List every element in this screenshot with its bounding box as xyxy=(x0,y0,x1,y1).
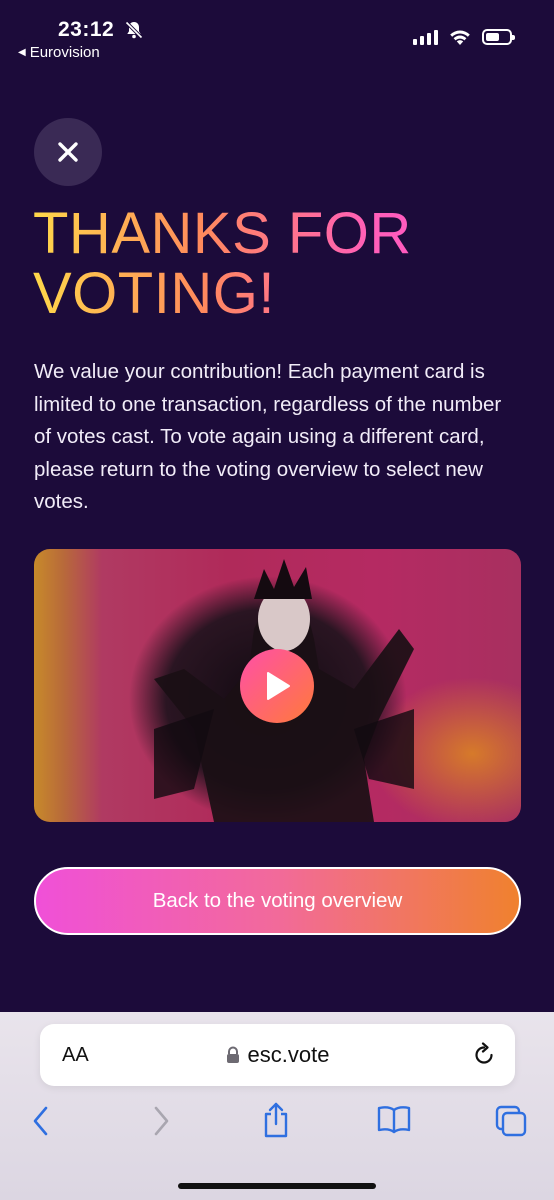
video-thumbnail[interactable] xyxy=(34,549,521,822)
play-icon xyxy=(267,672,290,700)
close-button[interactable] xyxy=(34,118,102,186)
cta-label: Back to the voting overview xyxy=(152,889,403,912)
url-text: esc.vote xyxy=(247,1042,330,1067)
wifi-icon xyxy=(450,30,470,45)
play-button[interactable] xyxy=(240,649,314,723)
lock-icon xyxy=(226,1046,239,1063)
status-time: 23:12 xyxy=(58,18,115,41)
share-icon[interactable] xyxy=(260,1100,292,1140)
back-triangle-icon: ◀ xyxy=(18,47,26,58)
home-indicator[interactable] xyxy=(178,1183,376,1189)
tabs-icon[interactable] xyxy=(494,1104,528,1138)
screen: 23:12 ◀ Eurovision THANKS FOR VOTING! We… xyxy=(0,0,554,1200)
chevron-left-icon[interactable] xyxy=(30,1104,52,1138)
browser-nav-row xyxy=(0,1102,554,1144)
close-icon xyxy=(58,142,78,162)
url-display[interactable]: esc.vote xyxy=(40,1042,515,1068)
book-icon[interactable] xyxy=(376,1104,412,1134)
browser-toolbar: AA esc.vote xyxy=(0,1012,554,1200)
body-text: We value your contribution! Each payment… xyxy=(34,360,502,513)
address-bar[interactable]: AA esc.vote xyxy=(40,1024,515,1086)
back-to-voting-overview-button[interactable]: Back to the voting overview xyxy=(34,867,521,935)
back-to-app-link[interactable]: ◀ Eurovision xyxy=(18,44,100,61)
cellular-signal-icon xyxy=(413,29,438,45)
bell-slash-icon xyxy=(125,21,143,39)
chevron-right-icon[interactable] xyxy=(150,1104,172,1138)
reload-icon[interactable] xyxy=(471,1042,497,1068)
battery-icon xyxy=(482,29,515,45)
system-icons xyxy=(413,28,515,46)
back-app-label: Eurovision xyxy=(29,44,100,61)
status-bar: 23:12 ◀ Eurovision xyxy=(0,0,554,70)
page-title: THANKS FOR VOTING! xyxy=(33,204,513,324)
